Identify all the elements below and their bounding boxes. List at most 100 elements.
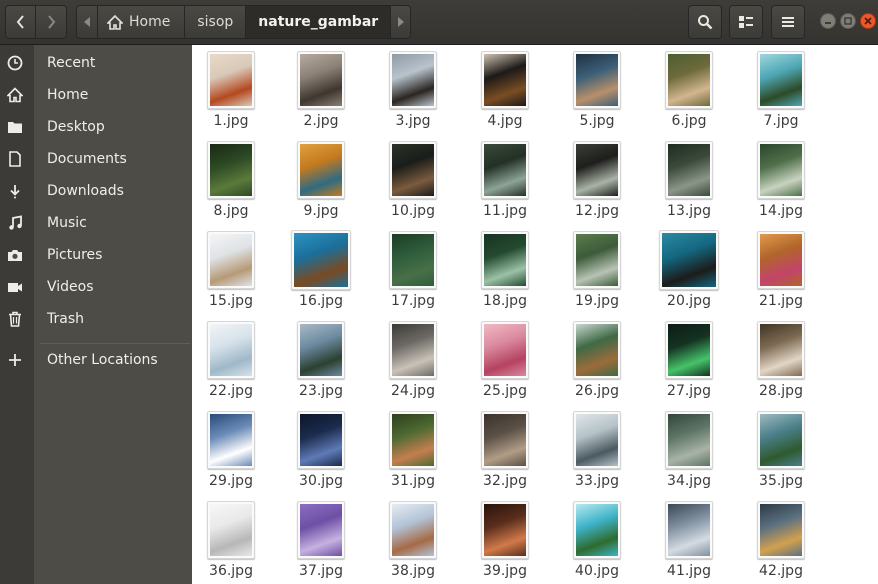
file-item[interactable]: 3.jpg — [375, 50, 451, 140]
file-item[interactable]: 29.jpg — [193, 410, 269, 500]
sidebar-item-music[interactable]: Music — [0, 207, 192, 239]
breadcrumb-sisop[interactable]: sisop — [185, 5, 247, 39]
sidebar-item-desktop[interactable]: Desktop — [0, 111, 192, 143]
image-preview — [576, 54, 618, 106]
file-item[interactable]: 36.jpg — [193, 500, 269, 584]
file-item[interactable]: 14.jpg — [743, 140, 819, 230]
file-thumbnail — [481, 321, 529, 379]
file-item[interactable]: 12.jpg — [559, 140, 635, 230]
image-preview — [392, 234, 434, 286]
maximize-button[interactable] — [840, 13, 856, 29]
file-name: 16.jpg — [299, 293, 343, 309]
view-options-button[interactable] — [729, 5, 763, 39]
file-name: 23.jpg — [299, 383, 343, 399]
file-item[interactable]: 11.jpg — [467, 140, 543, 230]
back-button[interactable] — [5, 5, 36, 39]
file-name: 2.jpg — [303, 113, 339, 129]
minimize-button[interactable] — [820, 13, 836, 29]
image-preview — [668, 414, 710, 466]
forward-button[interactable] — [35, 5, 67, 39]
breadcrumb-home[interactable]: Home — [98, 5, 186, 39]
image-preview — [300, 414, 342, 466]
sidebar-item-documents[interactable]: Documents — [0, 143, 192, 175]
file-item[interactable]: 6.jpg — [651, 50, 727, 140]
file-item[interactable]: 21.jpg — [743, 230, 819, 320]
path-scroll-right-button[interactable] — [391, 5, 412, 39]
file-item[interactable]: 31.jpg — [375, 410, 451, 500]
close-button[interactable] — [860, 13, 876, 29]
file-item[interactable]: 19.jpg — [559, 230, 635, 320]
file-item[interactable]: 32.jpg — [467, 410, 543, 500]
file-thumbnail — [757, 321, 805, 379]
file-name: 7.jpg — [763, 113, 799, 129]
file-item[interactable]: 42.jpg — [743, 500, 819, 584]
file-name: 37.jpg — [299, 563, 343, 579]
sidebar-item-downloads[interactable]: Downloads — [0, 175, 192, 207]
file-item[interactable]: 26.jpg — [559, 320, 635, 410]
file-item[interactable]: 15.jpg — [193, 230, 269, 320]
file-name: 34.jpg — [667, 473, 711, 489]
file-item[interactable]: 13.jpg — [651, 140, 727, 230]
search-button[interactable] — [688, 5, 722, 39]
image-preview — [210, 324, 252, 376]
file-name: 18.jpg — [483, 293, 527, 309]
file-name: 25.jpg — [483, 383, 527, 399]
sidebar-item-other-locations[interactable]: Other Locations — [0, 344, 192, 376]
file-item[interactable]: 27.jpg — [651, 320, 727, 410]
file-thumbnail — [207, 321, 255, 379]
file-thumbnail — [297, 51, 345, 109]
file-item[interactable]: 40.jpg — [559, 500, 635, 584]
file-thumbnail — [481, 501, 529, 559]
image-preview — [392, 504, 434, 556]
sidebar-item-home[interactable]: Home — [0, 79, 192, 111]
file-item[interactable]: 37.jpg — [283, 500, 359, 584]
path-scroll-left-button[interactable] — [76, 5, 98, 39]
file-item[interactable]: 30.jpg — [283, 410, 359, 500]
file-item[interactable]: 24.jpg — [375, 320, 451, 410]
file-item[interactable]: 20.jpg — [651, 230, 727, 320]
file-item[interactable]: 25.jpg — [467, 320, 543, 410]
image-preview — [576, 144, 618, 196]
camera-icon — [4, 244, 26, 266]
menu-button[interactable] — [771, 5, 805, 39]
file-item[interactable]: 28.jpg — [743, 320, 819, 410]
download-icon — [4, 180, 26, 202]
file-item[interactable]: 2.jpg — [283, 50, 359, 140]
file-name: 12.jpg — [575, 203, 619, 219]
file-item[interactable]: 9.jpg — [283, 140, 359, 230]
breadcrumb-nature-gambar[interactable]: nature_gambar — [246, 5, 392, 39]
file-name: 29.jpg — [209, 473, 253, 489]
maximize-icon — [844, 17, 852, 25]
image-preview — [210, 144, 252, 196]
sidebar-item-trash[interactable]: Trash — [0, 303, 192, 335]
sidebar-item-videos[interactable]: Videos — [0, 271, 192, 303]
sidebar-item-pictures[interactable]: Pictures — [0, 239, 192, 271]
breadcrumb-home-label: Home — [129, 14, 171, 30]
file-item[interactable]: 7.jpg — [743, 50, 819, 140]
file-name: 30.jpg — [299, 473, 343, 489]
file-name: 39.jpg — [483, 563, 527, 579]
file-item[interactable]: 10.jpg — [375, 140, 451, 230]
file-item[interactable]: 18.jpg — [467, 230, 543, 320]
file-name: 27.jpg — [667, 383, 711, 399]
file-item[interactable]: 34.jpg — [651, 410, 727, 500]
file-thumbnail — [389, 141, 437, 199]
file-item[interactable]: 5.jpg — [559, 50, 635, 140]
file-item[interactable]: 39.jpg — [467, 500, 543, 584]
file-item[interactable]: 35.jpg — [743, 410, 819, 500]
file-item[interactable]: 16.jpg — [283, 230, 359, 320]
file-item[interactable]: 41.jpg — [651, 500, 727, 584]
file-name: 19.jpg — [575, 293, 619, 309]
file-thumbnail — [481, 231, 529, 289]
file-item[interactable]: 33.jpg — [559, 410, 635, 500]
file-item[interactable]: 23.jpg — [283, 320, 359, 410]
file-item[interactable]: 38.jpg — [375, 500, 451, 584]
file-item[interactable]: 22.jpg — [193, 320, 269, 410]
file-item[interactable]: 1.jpg — [193, 50, 269, 140]
sidebar-item-recent[interactable]: Recent — [0, 47, 192, 79]
file-item[interactable]: 4.jpg — [467, 50, 543, 140]
header-bar: Home sisop nature_gambar — [0, 0, 878, 45]
image-preview — [210, 54, 252, 106]
file-item[interactable]: 8.jpg — [193, 140, 269, 230]
file-item[interactable]: 17.jpg — [375, 230, 451, 320]
